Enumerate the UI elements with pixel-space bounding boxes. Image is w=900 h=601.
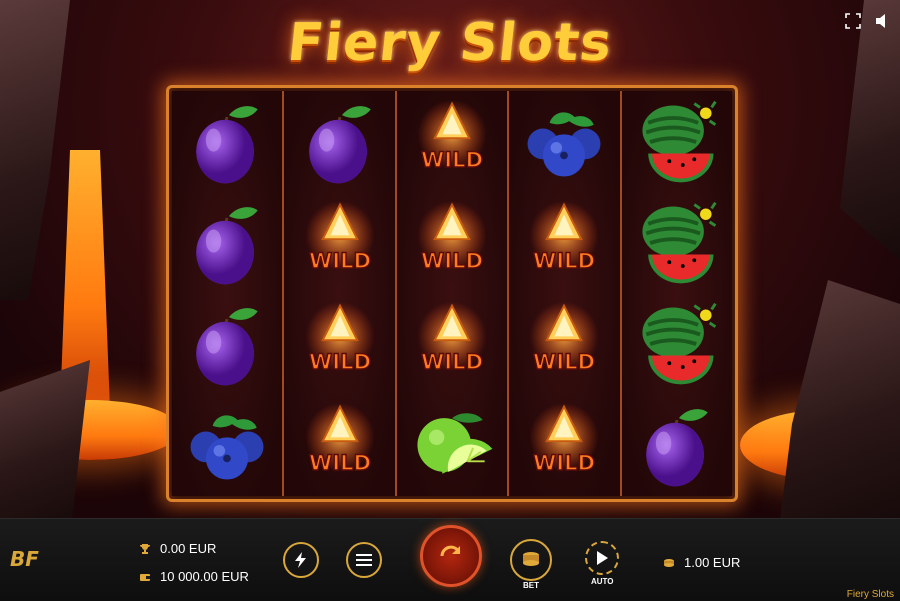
blueberry-symbol [172, 395, 282, 496]
win-display: 0.00 EUR [138, 541, 216, 556]
wild-label: WILD [421, 349, 483, 374]
balance-display: 10 000.00 EUR [138, 569, 249, 584]
coin-stack-icon [523, 552, 539, 566]
reel-1 [172, 91, 285, 496]
wild-label: WILD [421, 147, 483, 172]
game-title: Fiery Slots [284, 13, 616, 73]
plum-symbol [172, 192, 282, 293]
plum-symbol [284, 91, 394, 192]
watermelon-symbol [622, 192, 732, 293]
wild-label: WILD [309, 349, 371, 374]
wild-symbol: WILD [509, 395, 619, 496]
wild-symbol: WILD [284, 294, 394, 395]
wild-label: WILD [533, 248, 595, 273]
wild-symbol: WILD [284, 395, 394, 496]
game-scene: Fiery Slots WILD WILD WILD WILD WILD WILD WILD… [0, 0, 900, 518]
speaker-icon[interactable] [870, 8, 896, 34]
trophy-icon [138, 542, 152, 556]
watermelon-symbol [622, 294, 732, 395]
lightning-icon [295, 552, 306, 568]
wild-symbol: WILD [397, 91, 507, 192]
reel-3: WILD WILD WILD [396, 91, 510, 496]
lime-symbol [397, 395, 507, 496]
provider-logo: BF [10, 547, 39, 571]
win-value: 0.00 EUR [160, 541, 217, 556]
menu-button[interactable] [346, 542, 382, 578]
plum-symbol [172, 294, 282, 395]
blueberry-symbol [509, 91, 619, 192]
plum-symbol [172, 91, 282, 192]
reel-grid: WILD WILD WILD WILD WILD WILD WILD WILD WILD [166, 85, 738, 502]
coin-icon [662, 556, 676, 570]
plum-symbol [622, 395, 732, 496]
bet-caption: BET [523, 581, 539, 590]
fullscreen-icon[interactable] [840, 8, 866, 34]
control-bar: BF 0.00 EUR 10 000.00 EUR BET AUTO 1.00 … [0, 518, 900, 601]
autoplay-button[interactable] [585, 541, 619, 575]
right-rock-front [780, 280, 900, 518]
play-icon [597, 551, 608, 565]
hamburger-icon [356, 554, 372, 566]
spin-arrow-icon [440, 545, 461, 557]
bet-button[interactable] [510, 539, 552, 581]
bet-value: 1.00 EUR [684, 555, 741, 570]
wallet-icon [138, 570, 152, 584]
spin-button[interactable] [420, 525, 482, 587]
bet-display: 1.00 EUR [662, 555, 740, 570]
balance-value: 10 000.00 EUR [160, 569, 249, 584]
wild-label: WILD [309, 450, 371, 475]
watermelon-symbol [622, 91, 732, 192]
reel-4: WILD WILD WILD [509, 91, 622, 496]
reel-2: WILD WILD WILD [284, 91, 397, 496]
wild-symbol: WILD [284, 192, 394, 293]
left-rock-front [0, 360, 90, 518]
reel-5 [621, 91, 733, 496]
wild-symbol: WILD [509, 294, 619, 395]
game-name-label: Fiery Slots [846, 589, 894, 600]
wild-symbol: WILD [397, 192, 507, 293]
wild-label: WILD [421, 248, 483, 273]
auto-caption: AUTO [591, 577, 614, 586]
turbo-button[interactable] [283, 542, 319, 578]
wild-label: WILD [533, 349, 595, 374]
wild-label: WILD [533, 450, 595, 475]
wild-symbol: WILD [397, 294, 507, 395]
wild-label: WILD [309, 248, 371, 273]
wild-symbol: WILD [509, 192, 619, 293]
